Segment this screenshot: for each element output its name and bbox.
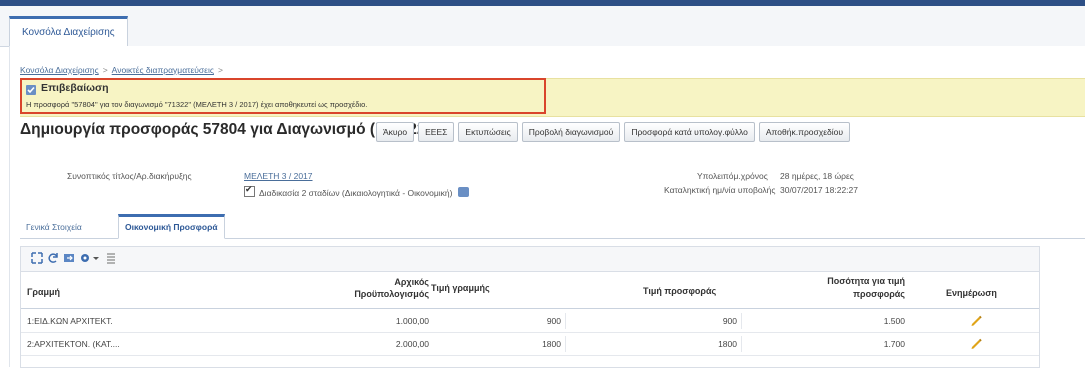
two-stage-checkbox[interactable] [244, 184, 255, 197]
cell-offer-price: 1800 [718, 339, 737, 349]
table-header: Γραμμή Αρχικός Προϋπολογισμός Τιμή γραμμ… [21, 272, 1039, 309]
confirmation-icon [26, 85, 36, 95]
action-buttons: Άκυρο ΕΕΕΣ Εκτυπώσεις Προβολή διαγωνισμού Πρ… [376, 122, 854, 142]
col-qty-line1[interactable]: Ποσότητα για τιμή [785, 276, 905, 286]
col-budget-line1[interactable]: Αρχικός [385, 277, 429, 287]
breadcrumb-open-negotiations[interactable]: Ανοικτές διαπραγματεύσεις [112, 65, 214, 75]
tab-financial-offer[interactable]: Οικονομική Προσφορά [118, 214, 225, 239]
pencil-icon[interactable] [969, 336, 983, 350]
two-stage-label: Διαδικασία 2 σταδίων (Δικαιολογητικά - Ο… [259, 188, 453, 198]
col-budget-line2[interactable]: Προϋπολογισμός [343, 289, 429, 299]
cell-line-price: 900 [546, 316, 561, 326]
remaining-time-value: 28 ημέρες, 18 ώρες [780, 171, 854, 181]
cell-line: 1:ΕΙΔ.ΚΩΝ ΑΡΧΙΤΕΚΤ. [27, 316, 113, 326]
print-button[interactable]: Εκτυπώσεις [458, 122, 518, 142]
sub-tabs: Γενικά Στοιχεία Οικονομική Προσφορά [20, 214, 1085, 239]
espd-button[interactable]: ΕΕΕΣ [418, 122, 455, 142]
view-tender-button[interactable]: Προβολή διαγωνισμού [521, 122, 621, 142]
breadcrumb-separator: > [102, 65, 108, 75]
cancel-button[interactable]: Άκυρο [376, 122, 415, 142]
settings-icon[interactable] [79, 252, 91, 264]
remaining-time-label: Υπολειπόμ.χρόνος [697, 171, 768, 181]
table-toolbar [21, 247, 1039, 272]
table-row: 2:ΑΡΧΙΤΕΚΤΟΝ. (ΚΑΤ.... 2.000,00 1800 180… [21, 333, 1039, 356]
app-tab-console[interactable]: Κονσόλα Διαχείρισης [9, 16, 128, 47]
breadcrumb-separator: > [217, 65, 223, 75]
col-qty-line2[interactable]: προσφοράς [785, 289, 905, 299]
cell-budget: 1.000,00 [395, 316, 429, 326]
breadcrumb-console[interactable]: Κονσόλα Διαχείρισης [20, 65, 99, 75]
confirmation-message: Η προσφορά "57804" για τον διαγωνισμό "7… [26, 100, 368, 109]
offer-table-panel: Γραμμή Αρχικός Προϋπολογισμός Τιμή γραμμ… [20, 246, 1040, 368]
export-icon[interactable] [63, 252, 75, 264]
detach-icon[interactable] [31, 252, 43, 264]
col-line[interactable]: Γραμμή [27, 287, 60, 297]
title-label: Συνοπτικός τίτλος/Αρ.διακήρυξης [67, 171, 192, 181]
spreadsheet-offer-button[interactable]: Προσφορά κατά υπολογ.φύλλο [624, 122, 755, 142]
breadcrumb: Κονσόλα Διαχείρισης > Ανοικτές διαπραγματε… [20, 65, 227, 75]
deadline-value: 30/07/2017 18:22:27 [780, 185, 858, 195]
tab-general[interactable]: Γενικά Στοιχεία [20, 217, 88, 237]
columns-icon[interactable] [105, 252, 117, 264]
refresh-icon[interactable] [47, 252, 59, 264]
cell-budget: 2.000,00 [395, 339, 429, 349]
confirmation-title: Επιβεβαίωση [41, 82, 109, 94]
col-update[interactable]: Ενημέρωση [946, 288, 997, 298]
title-value-wrap: ΜΕΛΕΤΗ 3 / 2017 [244, 171, 313, 181]
app-tab-strip: Κονσόλα Διαχείρισης [0, 6, 1085, 47]
info-icon[interactable] [458, 187, 470, 197]
cell-qty: 1.500 [883, 316, 905, 326]
col-line-price[interactable]: Τιμή γραμμής [431, 283, 490, 293]
chevron-down-icon[interactable] [92, 252, 100, 264]
col-offer-price[interactable]: Τιμή προσφοράς [643, 286, 716, 296]
cell-line-price: 1800 [542, 339, 561, 349]
two-stage-row: Διαδικασία 2 σταδίων (Δικαιολογητικά - Ο… [244, 184, 470, 198]
deadline-label: Καταληκτική ημ/νία υποβολής [664, 185, 776, 195]
title-value-link[interactable]: ΜΕΛΕΤΗ 3 / 2017 [244, 171, 313, 181]
cell-offer-price: 900 [722, 316, 737, 326]
save-draft-button[interactable]: Αποθήκ.προσχεδίου [758, 122, 851, 142]
pencil-icon[interactable] [969, 313, 983, 327]
cell-line: 2:ΑΡΧΙΤΕΚΤΟΝ. (ΚΑΤ.... [27, 339, 120, 349]
cell-qty: 1.700 [883, 339, 905, 349]
table-row: 1:ΕΙΔ.ΚΩΝ ΑΡΧΙΤΕΚΤ. 1.000,00 900 900 1.5… [21, 310, 1039, 333]
